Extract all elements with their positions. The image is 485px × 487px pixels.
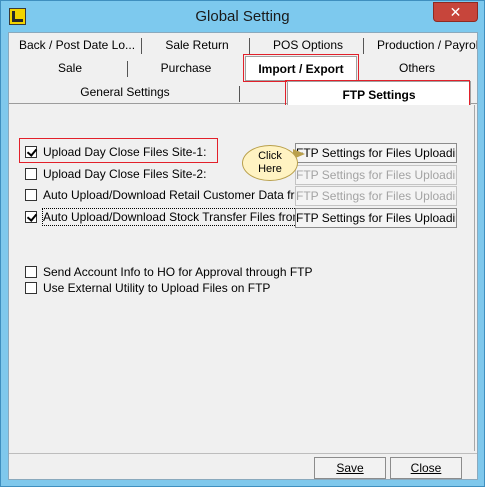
- tab-back-post-date[interactable]: Back / Post Date Lo...: [13, 34, 141, 57]
- option-use-external-utility-ftp[interactable]: Use External Utility to Upload Files on …: [25, 280, 295, 296]
- highlight-frame: [19, 138, 218, 163]
- global-setting-window: Global Setting ✕ Back / Post Date Lo... …: [0, 0, 485, 487]
- dialog-client: Back / Post Date Lo... Sale Return POS O…: [8, 32, 478, 480]
- tab-separator: [249, 38, 250, 54]
- close-icon: ✕: [449, 4, 462, 20]
- window-close-button[interactable]: ✕: [433, 2, 478, 22]
- checkbox[interactable]: [25, 266, 37, 278]
- title-bar[interactable]: Global Setting ✕: [1, 1, 484, 33]
- option-auto-stock-transfer-files[interactable]: Auto Upload/Download Stock Transfer File…: [25, 208, 307, 226]
- tab-separator: [127, 61, 128, 77]
- close-button-label: Close: [410, 461, 442, 475]
- footer-divider: [9, 453, 477, 454]
- option-send-account-info-ftp[interactable]: Send Account Info to HO for Approval thr…: [25, 264, 312, 280]
- option-label: Auto Upload/Download Stock Transfer File…: [42, 208, 307, 226]
- save-button[interactable]: Save: [314, 457, 386, 479]
- option-label: Upload Day Close Files Site-2:: [43, 167, 207, 181]
- option-label: Send Account Info to HO for Approval thr…: [43, 265, 313, 279]
- callout-line-2: Here: [258, 163, 282, 175]
- highlight-frame: [243, 54, 359, 82]
- tab-production-payroll[interactable]: Production / Payrol: [377, 34, 477, 57]
- ftp-settings-site-1-button[interactable]: FTP Settings for Files Uploading: [295, 143, 457, 163]
- highlight-frame: [285, 80, 470, 107]
- option-auto-retail-customer-data[interactable]: Auto Upload/Download Retail Customer Dat…: [25, 187, 314, 203]
- save-button-label: Save: [336, 461, 364, 475]
- checkbox[interactable]: [25, 168, 37, 180]
- option-label: Auto Upload/Download Retail Customer Dat…: [43, 188, 315, 202]
- ftp-settings-stock-transfer-button[interactable]: FTP Settings for Files Uploading: [295, 208, 457, 228]
- tab-sale[interactable]: Sale: [13, 57, 127, 80]
- option-label: Use External Utility to Upload Files on …: [43, 281, 271, 295]
- ftp-settings-retail-customer-button: FTP Settings for Files Uploading: [295, 186, 457, 206]
- tab-separator: [363, 38, 364, 54]
- window-title: Global Setting: [195, 8, 290, 25]
- tab-others[interactable]: Others: [361, 57, 473, 80]
- tab-purchase[interactable]: Purchase: [131, 57, 241, 80]
- click-here-callout: Click Here: [242, 145, 298, 181]
- checkbox[interactable]: [25, 189, 37, 201]
- callout-line-1: Click: [258, 150, 282, 162]
- close-button[interactable]: Close: [390, 457, 462, 479]
- subtab-general-settings[interactable]: General Settings: [11, 82, 239, 103]
- tab-sale-return[interactable]: Sale Return: [145, 34, 249, 57]
- tab-separator: [141, 38, 142, 54]
- checkbox[interactable]: [25, 211, 37, 223]
- tab-separator: [239, 86, 240, 102]
- checkbox[interactable]: [25, 282, 37, 294]
- ftp-settings-site-2-button: FTP Settings for Files Uploading: [295, 165, 457, 185]
